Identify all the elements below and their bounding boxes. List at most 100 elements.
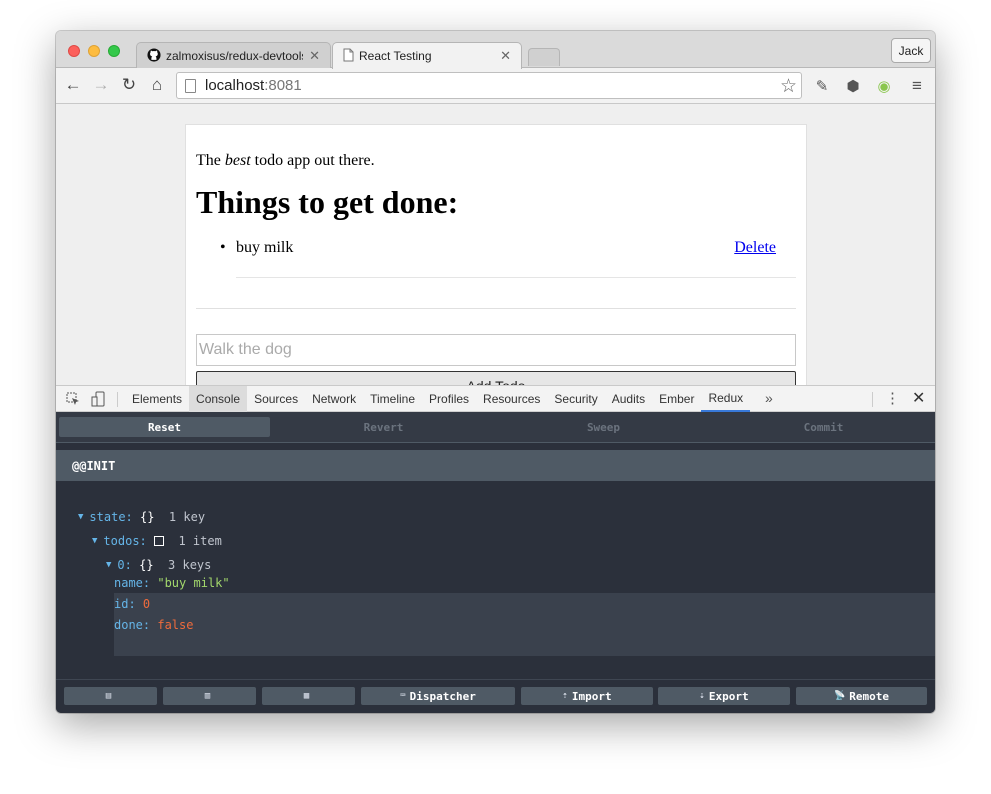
delete-link[interactable]: Delete	[734, 239, 776, 257]
tree-node-state[interactable]: ▼ state: {} 1 key	[78, 508, 205, 526]
tab-ember[interactable]: Ember	[652, 386, 701, 412]
browser-toolbar: ← → ↻ ⌂ localhost:8081 ☆ ✎ ⬢ ◉ ≡	[56, 68, 935, 104]
antenna-icon: 📡	[834, 691, 846, 701]
sweep-button[interactable]: Sweep	[497, 417, 710, 437]
url-port: :8081	[264, 77, 302, 94]
tab-console[interactable]: Console	[189, 386, 248, 412]
tree-key: name:	[114, 576, 151, 590]
expand-triangle-icon[interactable]: ▼	[78, 512, 83, 522]
tree-key: done:	[114, 618, 151, 632]
home-icon[interactable]: ⌂	[146, 74, 168, 96]
tree-type: {}	[139, 558, 154, 572]
redux-controls: Reset Revert Sweep Commit	[56, 412, 935, 443]
menu-icon[interactable]: ≡	[907, 76, 927, 96]
forward-arrow-icon[interactable]: →	[90, 74, 112, 96]
url-text: localhost:8081	[205, 77, 302, 94]
tab-react-testing[interactable]: React Testing ✕	[332, 42, 522, 69]
reload-icon[interactable]: ↻	[118, 74, 140, 96]
import-label: Import	[571, 689, 612, 703]
remote-button[interactable]: 📡 Remote	[796, 687, 927, 705]
close-icon[interactable]: ✕	[500, 48, 511, 64]
tree-count: 1 key	[168, 510, 206, 524]
divider	[196, 308, 796, 309]
tab-security[interactable]: Security	[547, 386, 604, 412]
dock-bottom-button[interactable]: ▦	[262, 687, 355, 705]
action-header[interactable]: @@INIT	[56, 450, 935, 481]
todo-app: The best todo app out there. Things to g…	[185, 124, 807, 385]
keyboard-icon: ⌨	[400, 691, 406, 701]
dock-bottom-icon: ▦	[303, 691, 310, 701]
upload-icon: ⇡	[562, 691, 568, 701]
tree-count: 3 keys	[168, 558, 212, 572]
intro-emphasis: best	[224, 152, 251, 169]
tree-leaf-done: done: false	[114, 616, 193, 634]
import-button[interactable]: ⇡ Import	[521, 687, 653, 705]
dock-right-icon: ▥	[204, 691, 211, 701]
tab-title: zalmoxisus/redux-devtools	[166, 49, 304, 63]
dispatcher-label: Dispatcher	[409, 689, 476, 703]
new-todo-input[interactable]: Walk the dog	[196, 334, 796, 366]
page-title: Things to get done:	[196, 184, 459, 220]
tab-profiles[interactable]: Profiles	[422, 386, 476, 412]
tab-title: React Testing	[359, 49, 432, 63]
address-bar[interactable]: localhost:8081 ☆	[176, 72, 802, 99]
new-tab-button[interactable]	[528, 48, 560, 66]
tab-redux[interactable]: Redux	[701, 386, 751, 412]
more-tabs-chevron-icon[interactable]: »	[765, 390, 773, 406]
tab-audits[interactable]: Audits	[605, 386, 652, 412]
separator	[117, 392, 118, 407]
tree-node-item-0[interactable]: ▼ 0: {} 3 keys	[106, 556, 211, 574]
tab-resources[interactable]: Resources	[476, 386, 547, 412]
inspect-element-icon[interactable]	[65, 391, 81, 407]
reset-button[interactable]: Reset	[59, 417, 270, 437]
device-mode-icon[interactable]	[90, 391, 106, 407]
page-icon	[185, 78, 196, 93]
url-host: localhost	[205, 77, 265, 94]
extension-pen-icon[interactable]: ✎	[812, 76, 832, 96]
tab-sources[interactable]: Sources	[247, 386, 305, 412]
bookmark-star-icon[interactable]: ☆	[780, 75, 797, 98]
tab-network[interactable]: Network	[305, 386, 363, 412]
array-icon	[154, 536, 165, 546]
tree-type: {}	[140, 510, 155, 524]
minimize-window-button[interactable]	[88, 45, 100, 57]
profile-button[interactable]: Jack	[891, 38, 931, 63]
browser-window: zalmoxisus/redux-devtools ✕ React Testin…	[56, 31, 935, 713]
tree-key: todos:	[103, 534, 147, 548]
tree-value: "buy milk"	[157, 576, 230, 590]
tree-count: 1 item	[178, 534, 222, 548]
tab-redux-devtools[interactable]: zalmoxisus/redux-devtools ✕	[136, 42, 331, 69]
expand-triangle-icon[interactable]: ▼	[106, 560, 111, 570]
dispatcher-button[interactable]: ⌨ Dispatcher	[361, 687, 515, 705]
todo-name: buy milk	[236, 239, 294, 256]
close-icon[interactable]: ✕	[309, 48, 320, 64]
back-arrow-icon[interactable]: ←	[62, 74, 84, 96]
tab-elements[interactable]: Elements	[125, 386, 189, 412]
page-icon	[343, 48, 354, 65]
dock-right-button[interactable]: ▥	[163, 687, 256, 705]
close-window-button[interactable]	[68, 45, 80, 57]
tree-leaf-id: id: 0	[114, 595, 150, 613]
page-viewport: The best todo app out there. Things to g…	[56, 104, 935, 385]
export-label: Export	[708, 689, 749, 703]
close-devtools-icon[interactable]: ✕	[912, 388, 925, 408]
tree-node-todos[interactable]: ▼ todos: 1 item	[92, 532, 222, 550]
extension-redux-icon[interactable]: ◉	[874, 76, 894, 96]
extension-hexagon-icon[interactable]: ⬢	[843, 76, 863, 96]
tree-value: false	[157, 618, 194, 632]
tab-strip: zalmoxisus/redux-devtools ✕ React Testin…	[56, 31, 935, 69]
commit-button[interactable]: Commit	[717, 417, 930, 437]
kebab-menu-icon[interactable]: ⋮	[885, 389, 900, 407]
dock-left-button[interactable]: ▤	[64, 687, 157, 705]
revert-button[interactable]: Revert	[277, 417, 490, 437]
add-todo-button[interactable]: Add Todo	[196, 371, 796, 385]
zoom-window-button[interactable]	[108, 45, 120, 57]
export-button[interactable]: ⇣ Export	[658, 687, 790, 705]
separator	[872, 392, 873, 407]
dock-left-icon: ▤	[105, 691, 112, 701]
intro-text: The best todo app out there.	[196, 152, 375, 170]
tab-timeline[interactable]: Timeline	[363, 386, 422, 412]
expand-triangle-icon[interactable]: ▼	[92, 536, 97, 546]
intro-before: The	[196, 152, 225, 169]
tree-leaf-name: name: "buy milk"	[114, 574, 230, 592]
